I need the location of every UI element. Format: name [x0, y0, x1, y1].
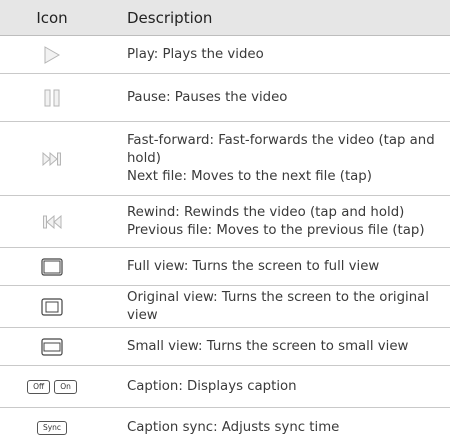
original-view-icon — [0, 286, 104, 327]
description-line: Fast-forward: Fast-forwards the video (t… — [127, 132, 435, 148]
row-description: Play: Plays the video — [127, 36, 446, 73]
row-description: Fast-forward: Fast-forwards the video (t… — [127, 122, 446, 195]
table-row: Sync Caption sync: Adjusts sync time — [0, 408, 450, 447]
table-row: Original view: Turns the screen to the o… — [0, 286, 450, 328]
description-line: Original view: Turns the screen to the o… — [127, 289, 430, 323]
small-view-icon — [0, 328, 104, 365]
description-line: Rewind: Rewinds the video (tap and hold) — [127, 204, 405, 220]
row-description: Full view: Turns the screen to full view — [127, 248, 446, 285]
table-row: Fast-forward: Fast-forwards the video (t… — [0, 122, 450, 196]
header-icon-column: Icon — [36, 8, 68, 27]
header-description-column: Description — [127, 9, 213, 27]
table-row: Full view: Turns the screen to full view — [0, 248, 450, 286]
caption-toggle-icon: Off On — [0, 366, 104, 407]
table-row: Play: Plays the video — [0, 36, 450, 74]
description-line: Caption sync: Adjusts sync time — [127, 419, 340, 435]
description-line: Small view: Turns the screen to small vi… — [127, 338, 409, 354]
row-description: Caption: Displays caption — [127, 366, 446, 407]
description-line: Full view: Turns the screen to full view — [127, 258, 380, 274]
table-row: Off On Caption: Displays caption — [0, 366, 450, 408]
description-line: Play: Plays the video — [127, 46, 264, 62]
table-header: Icon Description — [0, 0, 450, 36]
caption-off-key: Off — [27, 379, 51, 394]
table-row: Pause: Pauses the video — [0, 74, 450, 122]
row-description: Pause: Pauses the video — [127, 74, 446, 121]
fast-forward-icon — [0, 122, 104, 195]
row-description: Caption sync: Adjusts sync time — [127, 408, 446, 447]
table-row: Rewind: Rewinds the video (tap and hold)… — [0, 196, 450, 248]
row-description: Original view: Turns the screen to the o… — [127, 286, 446, 327]
table-row: Small view: Turns the screen to small vi… — [0, 328, 450, 366]
description-line: Pause: Pauses the video — [127, 89, 288, 105]
sync-key: Sync — [36, 420, 68, 435]
rewind-icon — [0, 196, 104, 247]
caption-on-key: On — [54, 379, 77, 394]
row-description: Rewind: Rewinds the video (tap and hold)… — [127, 196, 446, 247]
description-line: Caption: Displays caption — [127, 378, 297, 394]
sync-icon: Sync — [0, 408, 104, 447]
icon-description-table: Icon Description Play: Plays the video P… — [0, 0, 450, 447]
full-view-icon — [0, 248, 104, 285]
pause-icon — [0, 74, 104, 121]
play-icon — [0, 36, 104, 73]
description-line: hold) — [127, 150, 161, 166]
row-description: Small view: Turns the screen to small vi… — [127, 328, 446, 365]
description-line: Previous file: Moves to the previous fil… — [127, 222, 425, 238]
description-line: Next file: Moves to the next file (tap) — [127, 168, 372, 184]
